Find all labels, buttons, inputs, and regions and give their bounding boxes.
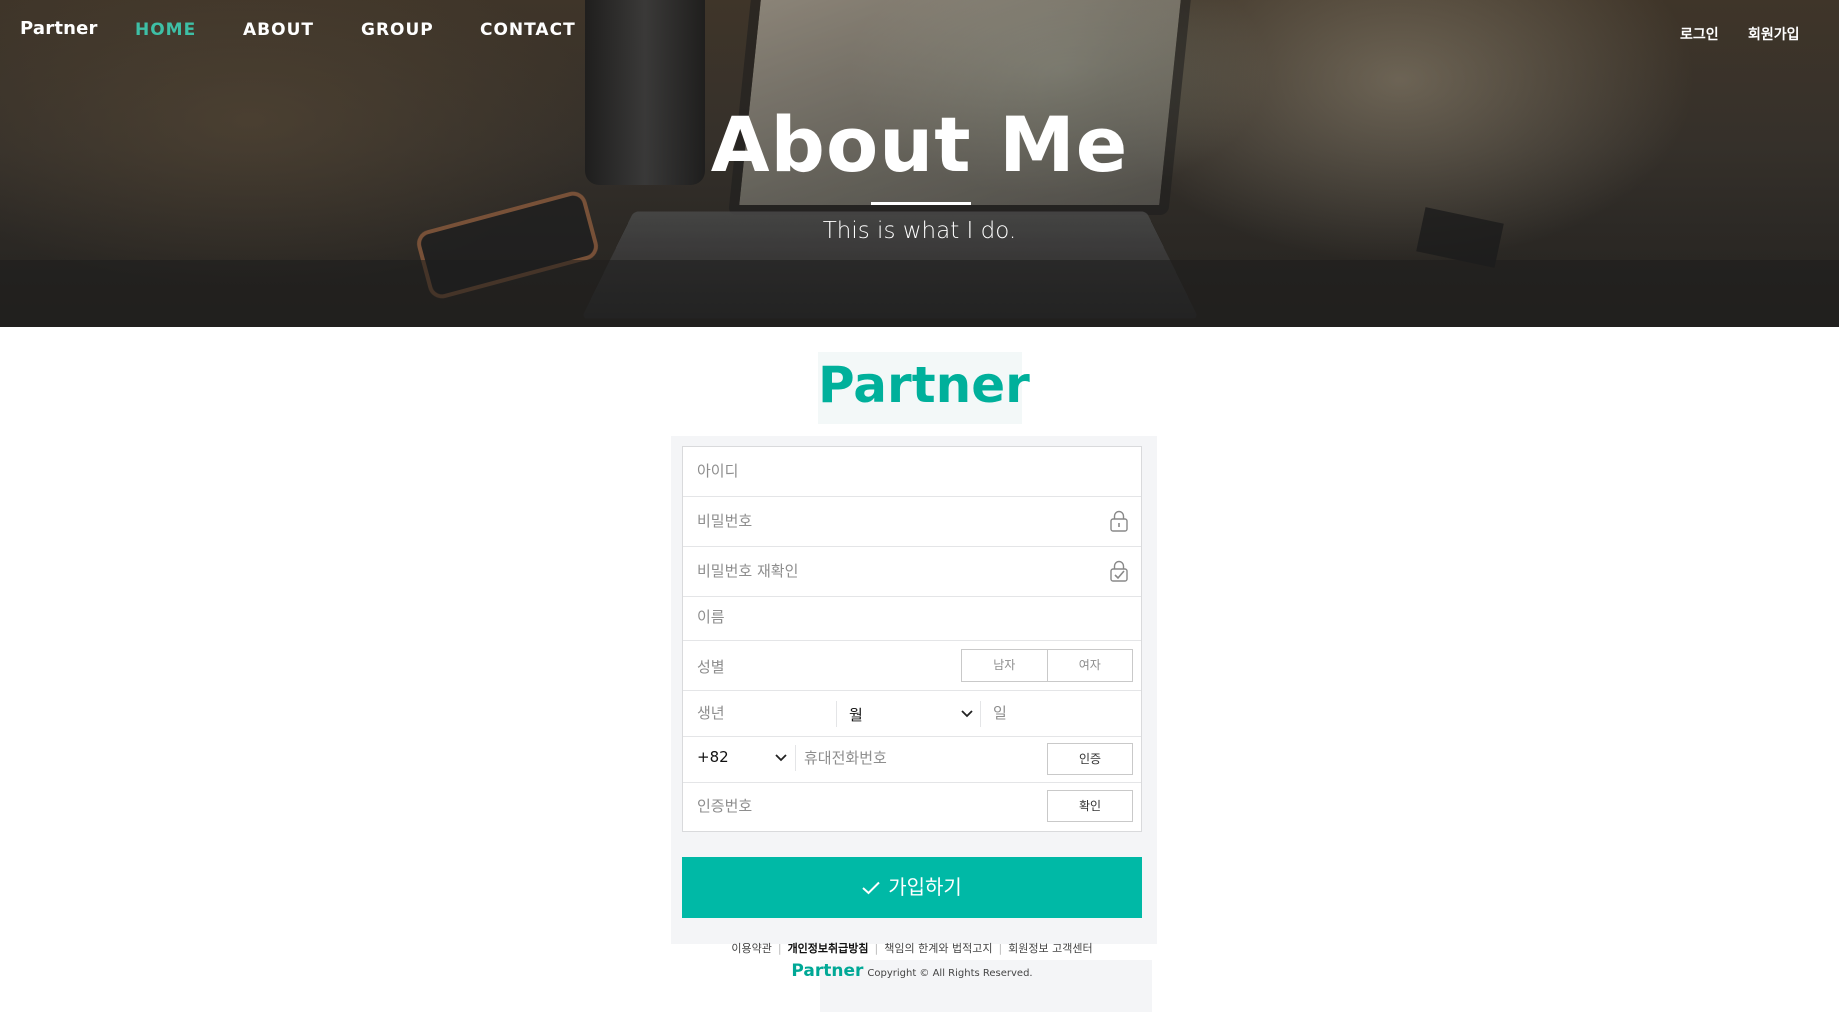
check-icon	[862, 881, 880, 894]
copyright-text: Copyright © All Rights Reserved.	[867, 968, 1033, 979]
password-confirm-input[interactable]	[697, 562, 1087, 580]
footer-link-support[interactable]: 회원정보 고객센터	[1008, 942, 1092, 955]
footer-copyright: Partner Copyright © All Rights Reserved.	[682, 961, 1142, 981]
gender-female-button[interactable]: 여자	[1046, 650, 1132, 681]
name-input[interactable]	[697, 608, 1117, 626]
brand-logo[interactable]: Partner	[20, 18, 98, 39]
hero-divider	[871, 202, 971, 205]
top-nav: Partner HOME ABOUT GROUP CONTACT 로그인 회원가…	[0, 0, 1839, 60]
confirm-button[interactable]: 확인	[1047, 790, 1133, 822]
chevron-down-icon	[775, 754, 787, 762]
signup-submit-label: 가입하기	[888, 875, 962, 899]
login-link[interactable]: 로그인	[1680, 24, 1719, 44]
hero-bottom-band	[0, 260, 1839, 327]
footer-link-privacy[interactable]: 개인정보취급방침	[788, 942, 869, 955]
footer-link-terms[interactable]: 이용약관	[731, 942, 771, 955]
birth-year-input[interactable]	[697, 704, 827, 722]
country-code-select[interactable]: +82	[683, 737, 795, 783]
password-row	[683, 497, 1141, 547]
verify-button[interactable]: 인증	[1047, 743, 1133, 775]
password-input[interactable]	[697, 512, 1087, 530]
signup-form: 성별 남자 여자 월 +82 인증 확인	[682, 446, 1142, 832]
nav-group[interactable]: GROUP	[361, 20, 434, 40]
hero-banner: Partner HOME ABOUT GROUP CONTACT 로그인 회원가…	[0, 0, 1839, 327]
code-row: 확인	[683, 783, 1141, 831]
birth-day-input[interactable]	[993, 704, 1123, 722]
id-row	[683, 447, 1141, 497]
phone-input[interactable]	[804, 749, 1004, 767]
verification-code-input[interactable]	[697, 797, 997, 815]
birth-month-value: 월	[849, 706, 863, 724]
hero-title: About Me	[710, 100, 1129, 189]
form-logo-container: Partner	[818, 352, 1030, 424]
signup-submit-button[interactable]: 가입하기	[682, 857, 1142, 918]
birth-month-select[interactable]: 월	[837, 691, 979, 737]
password-confirm-row	[683, 547, 1141, 597]
birth-row: 월	[683, 691, 1141, 737]
hero-subtitle: This is what I do.	[822, 218, 1017, 244]
footer-link-legal[interactable]: 책임의 한계와 법적고지	[884, 942, 992, 955]
lock-icon	[1110, 510, 1128, 532]
nav-about[interactable]: ABOUT	[243, 20, 314, 40]
country-code-value: +82	[697, 748, 729, 766]
chevron-down-icon	[961, 710, 973, 718]
footer-links: 이용약관 | 개인정보취급방침 | 책임의 한계와 법적고지 | 회원정보 고객센터	[682, 940, 1142, 956]
gender-label: 성별	[697, 658, 725, 676]
form-logo: Partner	[818, 356, 1030, 414]
gender-row: 성별 남자 여자	[683, 641, 1141, 691]
nav-contact[interactable]: CONTACT	[480, 20, 576, 40]
nav-home[interactable]: HOME	[135, 20, 196, 40]
footer-separator: |	[998, 942, 1003, 955]
gender-male-button[interactable]: 남자	[962, 650, 1047, 681]
lock-check-icon	[1110, 560, 1128, 582]
footer-logo[interactable]: Partner	[791, 961, 863, 981]
gender-toggle: 남자 여자	[961, 649, 1133, 682]
footer-separator: |	[874, 942, 879, 955]
phone-row: +82 인증	[683, 737, 1141, 783]
birth-divider	[980, 701, 981, 727]
footer-separator: |	[777, 942, 782, 955]
name-row	[683, 597, 1141, 641]
signup-link[interactable]: 회원가입	[1748, 24, 1800, 44]
phone-divider	[795, 745, 796, 771]
id-input[interactable]	[697, 462, 1117, 480]
